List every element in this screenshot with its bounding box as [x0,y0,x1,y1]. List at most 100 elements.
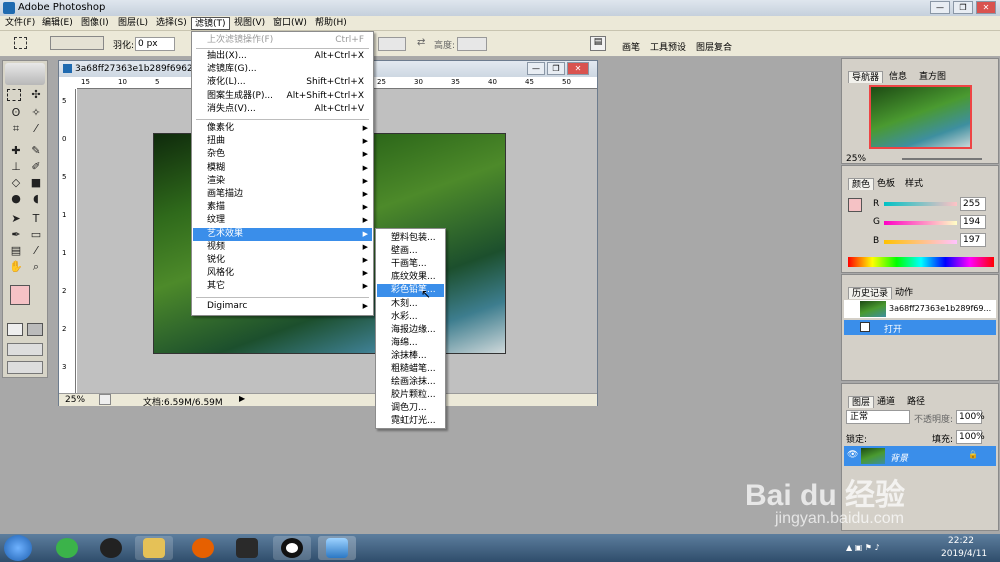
eyedropper-icon[interactable]: ⁄ [27,243,45,259]
move-icon[interactable]: ✣ [27,87,45,103]
clock-time[interactable]: 22:22 [948,536,974,546]
menu-item-filter-category[interactable]: 纹理 ▶ [193,214,372,227]
submenu-item-artistic[interactable]: 塑料包装... [377,232,444,245]
type-icon[interactable]: T [27,211,45,227]
start-button[interactable] [4,535,32,561]
selection-mode-buttons[interactable] [50,36,104,50]
submenu-item-artistic[interactable]: 霓虹灯光... [377,415,444,428]
tab-navigator[interactable]: 导航器 [848,71,884,83]
menu-item-filter-category[interactable]: 锐化 ▶ [193,254,372,267]
menu-select[interactable]: 选择(S) [153,17,190,30]
menu-item-filter-tool[interactable]: 液化(L)... Shift+Ctrl+X [193,76,372,89]
menu-item-filter-category[interactable]: 画笔描边 ▶ [193,188,372,201]
menu-item-last-filter[interactable]: 上次滤镜操作(F) Ctrl+F [193,34,372,47]
b-slider[interactable] [884,240,957,244]
submenu-item-artistic[interactable]: 彩色铅笔... [377,284,444,298]
taskbar-qq[interactable] [92,536,130,560]
submenu-item-artistic[interactable]: 绘画涂抹... [377,376,444,389]
menu-help[interactable]: 帮助(H) [312,17,350,30]
doc-minimize-button[interactable]: — [527,62,545,75]
file-browser-icon[interactable]: ▤ [590,36,606,51]
marquee-tool-icon[interactable] [14,37,27,49]
menu-item-filter-category[interactable]: 模糊 ▶ [193,162,372,175]
tab-info[interactable]: 信息 [886,71,910,83]
tab-history[interactable]: 历史记录 [848,287,893,299]
tab-layer-comps[interactable]: 图层复合 [696,40,732,53]
r-value[interactable]: 255 [960,197,986,211]
tray-icons[interactable]: ▲ ▣ ⚑ ♪ [846,543,880,552]
swap-icon[interactable]: ⇄ [417,37,425,48]
submenu-item-artistic[interactable]: 底纹效果... [377,271,444,284]
navigator-zoom[interactable]: 25% [846,154,866,164]
menu-item-filter-category[interactable]: 扭曲 ▶ [193,135,372,148]
screen-mode-icon[interactable] [7,343,43,356]
tab-actions[interactable]: 动作 [892,287,916,299]
menu-item-filter-tool[interactable]: 图案生成器(P)... Alt+Shift+Ctrl+X [193,90,372,103]
taskbar-firefox[interactable] [184,536,222,560]
zoom-icon[interactable]: ⌕ [27,259,45,275]
navigator-zoom-slider[interactable] [902,158,982,160]
quick-mask-icon[interactable] [27,323,43,336]
submenu-item-artistic[interactable]: 干画笔... [377,258,444,271]
zoom-level[interactable]: 25% [65,395,85,405]
taskbar-app-1[interactable] [48,536,86,560]
fill-input[interactable]: 100% [956,430,985,444]
hand-icon[interactable]: ✋ [7,259,25,275]
clone-stamp-icon[interactable]: ⊥ [7,159,25,175]
menu-item-filter-tool[interactable]: 滤镜库(G)... [193,63,372,76]
submenu-item-artistic[interactable]: 涂抹棒... [377,350,444,363]
history-snapshot-row[interactable]: 3a68ff27363e1b289f69... [844,300,996,318]
submenu-item-artistic[interactable]: 胶片颗粒... [377,389,444,402]
feather-input[interactable]: 0 px [135,37,175,51]
menu-item-filter-category[interactable]: 素描 ▶ [193,201,372,214]
submenu-item-artistic[interactable]: 粗糙蜡笔... [377,363,444,376]
pen-icon[interactable]: ✒ [7,227,25,243]
minimize-button[interactable]: — [930,1,950,14]
tab-channels[interactable]: 通道 [874,396,898,408]
standard-mode-icon[interactable] [7,323,23,336]
menu-item-filter-tool[interactable]: 消失点(V)... Alt+Ctrl+V [193,103,372,116]
menu-item-filter-category[interactable]: 渲染 ▶ [193,175,372,188]
clock-date[interactable]: 2019/4/11 [941,549,987,559]
opacity-input[interactable]: 100% [956,410,985,424]
tab-histogram[interactable]: 直方图 [916,71,949,83]
marquee-icon[interactable] [7,89,21,101]
taskbar-explorer[interactable] [135,536,173,560]
submenu-item-artistic[interactable]: 木刻... [377,298,444,311]
magic-wand-icon[interactable]: ✧ [27,105,45,121]
tab-brushes[interactable]: 画笔 [622,40,640,53]
eye-icon[interactable]: 👁 [847,450,858,460]
menu-item-filter-category[interactable]: 风格化 ▶ [193,267,372,280]
lasso-icon[interactable]: ʘ [7,105,25,121]
menu-item-filter-category[interactable]: 视频 ▶ [193,241,372,254]
menu-file[interactable]: 文件(F) [2,17,38,30]
status-icon[interactable] [99,394,111,405]
doc-maximize-button[interactable]: ❐ [547,62,565,75]
r-slider[interactable] [884,202,957,206]
menu-item-digimarc[interactable]: Digimarc ▶ [193,300,372,313]
menu-layer[interactable]: 图层(L) [115,17,151,30]
menu-image[interactable]: 图像(I) [78,17,112,30]
menu-view[interactable]: 视图(V) [231,17,268,30]
foreground-color-swatch[interactable] [10,285,30,305]
taskbar-recorder[interactable] [273,536,311,560]
submenu-item-artistic[interactable]: 壁画... [377,245,444,258]
menu-edit[interactable]: 编辑(E) [39,17,76,30]
jump-to-imageready-icon[interactable] [7,361,43,374]
height-input[interactable] [457,37,487,51]
path-select-icon[interactable]: ➤ [7,211,25,227]
navigator-thumbnail[interactable] [869,85,972,149]
healing-brush-icon[interactable]: ✚ [7,143,25,159]
brush-icon[interactable]: ✎ [27,143,45,159]
blur-icon[interactable]: ● [7,191,25,207]
menu-filter[interactable]: 滤镜(T) [191,17,230,30]
menu-window[interactable]: 窗口(W) [270,17,310,30]
history-state-row[interactable]: 打开 [844,320,996,335]
width-input[interactable] [378,37,406,51]
submenu-item-artistic[interactable]: 水彩... [377,311,444,324]
notes-icon[interactable]: ▤ [7,243,25,259]
history-brush-icon[interactable]: ✐ [27,159,45,175]
tab-styles[interactable]: 样式 [902,178,926,190]
blend-mode-select[interactable]: 正常 [846,410,910,424]
menu-item-filter-category[interactable]: 像素化 ▶ [193,122,372,135]
